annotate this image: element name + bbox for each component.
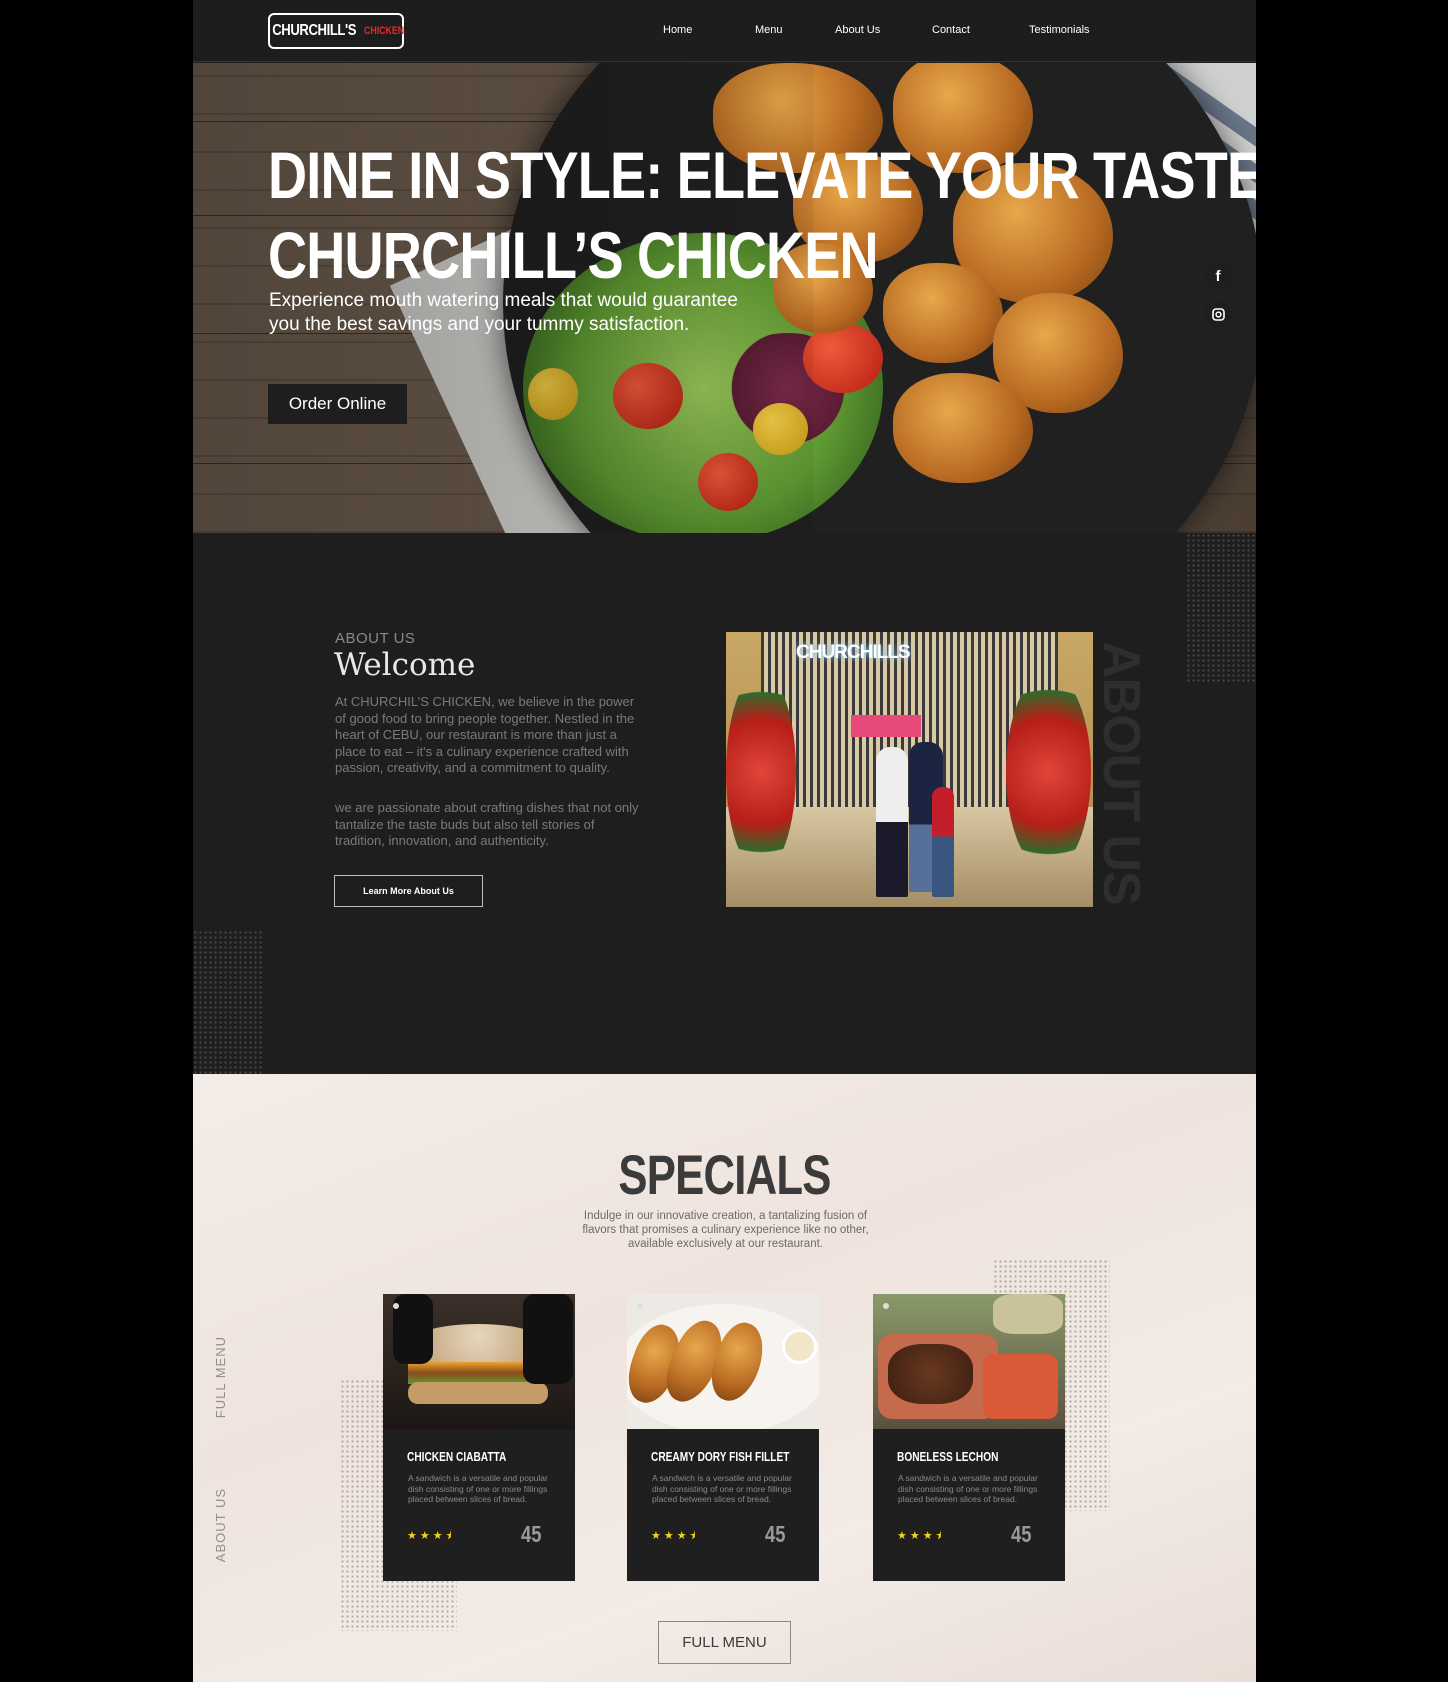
about-paragraph: At CHURCHIL’S CHICKEN, we believe in the… [335, 694, 635, 776]
specials-subtitle: Indulge in our innovative creation, a ta… [582, 1210, 869, 1250]
nav-contact[interactable]: Contact [932, 24, 970, 36]
card-image-dory-fillet [627, 1294, 819, 1429]
side-dish [983, 1354, 1058, 1419]
lechon-meat [888, 1344, 973, 1404]
hero-title-line2: CHURCHILL’S CHICKEN [268, 218, 879, 292]
hero-title-line1: DINE IN STYLE: ELEVATE YOUR TASTES AT [268, 138, 1256, 212]
dot-pattern [1186, 533, 1256, 683]
side-link-full-menu[interactable]: FULL MENU [213, 1336, 228, 1418]
hero-subtitle: Experience mouth watering meals that wou… [269, 290, 738, 335]
card-rating-stars: ★★★⯨ [407, 1530, 455, 1542]
flower-stand [1006, 672, 1091, 872]
special-card[interactable]: CHICKEN CIABATTA A sandwich is a versati… [383, 1294, 575, 1581]
bread-bottom [408, 1382, 548, 1404]
card-pin [393, 1303, 399, 1309]
card-price: 45 [1011, 1521, 1032, 1547]
specials-title: SPECIALS [618, 1143, 831, 1206]
page: CHURCHILL'S CHICKEN Home Menu About Us C… [193, 0, 1256, 1682]
card-rating-stars: ★★★⯨ [651, 1530, 699, 1542]
about-paragraph: we are passionate about crafting dishes … [335, 800, 639, 849]
side-link-about-us[interactable]: ABOUT US [213, 1488, 228, 1562]
about-label: ABOUT US [335, 630, 416, 647]
card-description: A sandwich is a versatile and popular di… [652, 1473, 792, 1504]
nav-about-us[interactable]: About Us [835, 24, 880, 36]
card-pin [883, 1303, 889, 1309]
glove [523, 1294, 573, 1384]
menu-screens [851, 715, 921, 737]
flower-stand [726, 672, 796, 872]
card-title: CREAMY DORY FISH FILLET [651, 1449, 790, 1464]
dot-pattern [193, 930, 263, 1074]
about-vertical-label: ABOUT US [1092, 641, 1150, 905]
glove [393, 1294, 433, 1364]
person [876, 747, 908, 897]
learn-more-button[interactable]: Learn More About Us [334, 875, 483, 907]
brand-accent: CHICKEN [364, 25, 405, 37]
restaurant-photo: CHURCHILLS [726, 632, 1093, 907]
hero-title: DINE IN STYLE: ELEVATE YOUR TASTES AT CH… [268, 135, 1256, 295]
instagram-icon[interactable] [1204, 300, 1232, 328]
card-rating-stars: ★★★⯨ [897, 1530, 945, 1542]
chicken-piece [893, 373, 1033, 483]
nav-home[interactable]: Home [663, 24, 692, 36]
order-online-button[interactable]: Order Online [268, 384, 407, 424]
nav-menu[interactable]: Menu [755, 24, 783, 36]
specials-section: SPECIALS Indulge in our innovative creat… [193, 1074, 1256, 1682]
card-image-boneless-lechon [873, 1294, 1065, 1429]
card-price: 45 [765, 1521, 786, 1547]
store-sign: CHURCHILLS [796, 642, 910, 663]
top-nav: CHURCHILL'S CHICKEN Home Menu About Us C… [193, 0, 1256, 62]
nav-testimonials[interactable]: Testimonials [1029, 24, 1090, 36]
person [932, 787, 954, 897]
garnish [993, 1294, 1063, 1334]
sauce-dip [782, 1329, 817, 1364]
card-description: A sandwich is a versatile and popular di… [408, 1473, 548, 1504]
full-menu-button[interactable]: FULL MENU [658, 1621, 791, 1664]
card-pin [637, 1303, 643, 1309]
card-price: 45 [521, 1521, 542, 1547]
instagram-glyph [1211, 307, 1225, 321]
facebook-icon[interactable]: f [1204, 262, 1232, 290]
card-image-chicken-ciabatta [383, 1294, 575, 1429]
card-title: BONELESS LECHON [897, 1449, 999, 1464]
card-description: A sandwich is a versatile and popular di… [898, 1473, 1038, 1504]
about-section: ABOUT US Welcome At CHURCHIL’S CHICKEN, … [193, 533, 1256, 1074]
special-card[interactable]: BONELESS LECHON A sandwich is a versatil… [873, 1294, 1065, 1581]
hero-section: DINE IN STYLE: ELEVATE YOUR TASTES AT CH… [193, 63, 1256, 533]
brand-name: CHURCHILL'S [272, 22, 356, 39]
tomato [803, 323, 883, 393]
brand-logo[interactable]: CHURCHILL'S CHICKEN [268, 13, 404, 49]
about-title: Welcome [334, 647, 476, 683]
special-card[interactable]: CREAMY DORY FISH FILLET A sandwich is a … [627, 1294, 819, 1581]
card-title: CHICKEN CIABATTA [407, 1449, 507, 1464]
